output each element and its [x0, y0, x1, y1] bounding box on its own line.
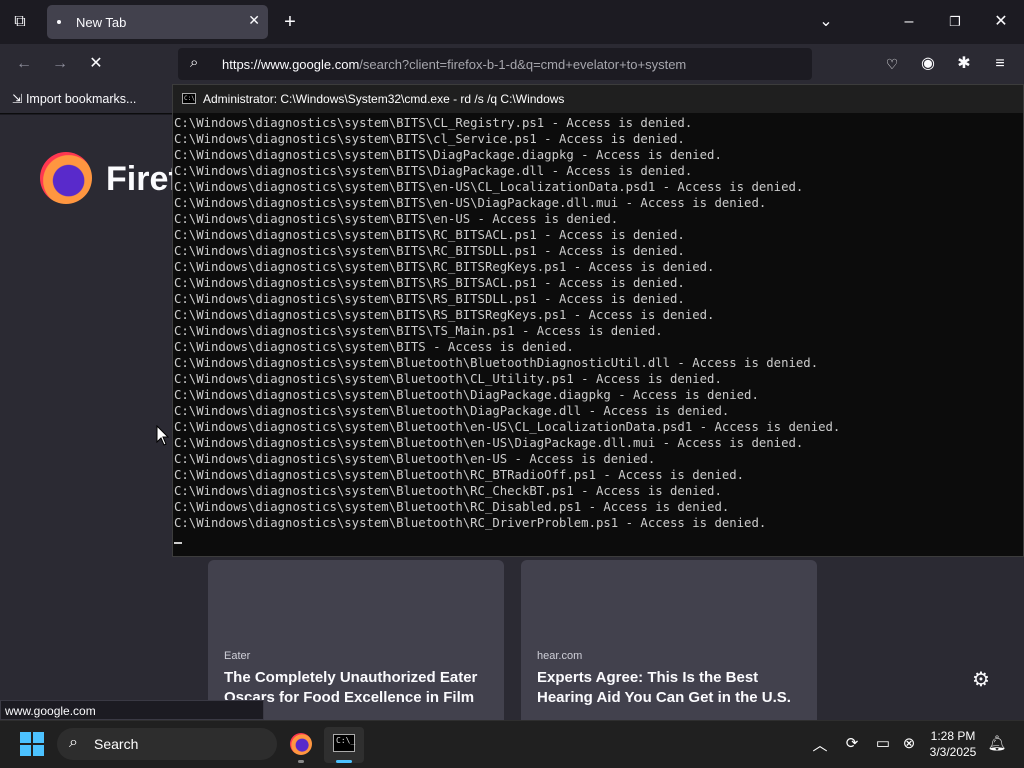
taskbar-firefox[interactable]: [281, 727, 321, 763]
search-icon: ⌕: [190, 54, 199, 71]
gear-icon[interactable]: ⚙: [972, 667, 990, 692]
story-card[interactable]: Eater The Completely Unauthorized Eater …: [208, 560, 504, 720]
new-tab-plus-icon[interactable]: +: [276, 8, 304, 36]
text-cursor: [174, 542, 182, 544]
firefox-logo-icon: [40, 152, 92, 204]
cmd-output-line: C:\Windows\diagnostics\system\Bluetooth\…: [174, 356, 819, 370]
cmd-window-title: Administrator: C:\Windows\System32\cmd.e…: [203, 92, 565, 106]
pocket-icon[interactable]: ♡: [878, 50, 906, 78]
desktop-screen: ⧉ New Tab ✕ + ⌄ – ❐ ✕ ← → ✕ ♡ ◉ ✱ ≡ ⌕ ht…: [0, 0, 1024, 768]
account-icon[interactable]: ◉: [914, 50, 942, 78]
cmd-output-line: C:\Windows\diagnostics\system\BITS\RS_BI…: [174, 292, 685, 306]
forward-arrow-icon[interactable]: →: [46, 50, 74, 78]
cmd-output-line: C:\Windows\diagnostics\system\BITS\CL_Re…: [174, 116, 693, 130]
link-status-bar: www.google.com: [0, 700, 264, 720]
cmd-output-line: C:\Windows\diagnostics\system\BITS\RC_BI…: [174, 228, 685, 242]
cmd-title-bar[interactable]: C:\ Administrator: C:\Windows\System32\c…: [173, 85, 1023, 113]
clock-time: 1:28 PM: [930, 729, 976, 743]
browser-tab-strip: ⧉ New Tab ✕ + ⌄ – ❐ ✕: [0, 0, 1024, 44]
url-text: https://www.google.com/search?client=fir…: [222, 57, 686, 72]
minimize-icon[interactable]: –: [895, 8, 923, 36]
cmd-output-line: C:\Windows\diagnostics\system\BITS\RC_BI…: [174, 244, 685, 258]
network-icon[interactable]: ▭: [872, 734, 894, 752]
cmd-output-line: C:\Windows\diagnostics\system\Bluetooth\…: [174, 468, 745, 482]
tab-list-icon[interactable]: ⧉: [6, 8, 34, 36]
taskbar-search-box[interactable]: ⌕ Search: [57, 728, 277, 760]
cmd-output-line: C:\Windows\diagnostics\system\Bluetooth\…: [174, 452, 656, 466]
status-url: www.google.com: [5, 704, 96, 718]
volume-muted-icon[interactable]: ⊗: [898, 734, 920, 752]
search-label: Search: [94, 736, 139, 752]
import-bookmarks-link[interactable]: ⇲ Import bookmarks...: [12, 91, 136, 106]
firefox-wordmark: Firef: [106, 160, 180, 198]
terminal-icon: C:\_: [333, 734, 355, 752]
windows-start-icon[interactable]: [20, 732, 44, 756]
url-path: /search?client=firefox-b-1-d&q=cmd+evela…: [359, 57, 687, 72]
extensions-icon[interactable]: ✱: [950, 50, 978, 78]
cmd-output-line: C:\Windows\diagnostics\system\BITS\en-US…: [174, 180, 804, 194]
mouse-pointer-icon: [156, 425, 170, 446]
firefox-icon: [290, 733, 312, 755]
running-indicator: [298, 760, 304, 763]
story-title: The Completely Unauthorized Eater Oscars…: [224, 669, 478, 706]
cmd-output-line: C:\Windows\diagnostics\system\BITS\RS_BI…: [174, 308, 715, 322]
cmd-output-line: C:\Windows\diagnostics\system\BITS\RC_BI…: [174, 260, 715, 274]
cmd-output-line: C:\Windows\diagnostics\system\BITS\RS_BI…: [174, 276, 685, 290]
cmd-output-line: C:\Windows\diagnostics\system\Bluetooth\…: [174, 500, 730, 514]
url-bar[interactable]: ⌕ https://www.google.com/search?client=f…: [178, 48, 812, 80]
cmd-output-line: C:\Windows\diagnostics\system\Bluetooth\…: [174, 388, 759, 402]
chevron-up-icon[interactable]: ︿: [809, 734, 831, 755]
notification-bell-icon[interactable]: 🔔︎: [986, 734, 1008, 752]
back-arrow-icon[interactable]: ←: [10, 50, 38, 78]
import-bookmarks-label: Import bookmarks...: [25, 92, 137, 106]
tab-close-icon[interactable]: ✕: [248, 12, 260, 29]
clock-date: 3/3/2025: [929, 745, 977, 759]
cmd-output-line: C:\Windows\diagnostics\system\BITS\en-US…: [174, 196, 767, 210]
cmd-output-line: C:\Windows\diagnostics\system\Bluetooth\…: [174, 420, 841, 434]
story-source: Eater: [224, 650, 251, 662]
cmd-output: C:\Windows\diagnostics\system\BITS\CL_Re…: [174, 115, 1020, 543]
stop-loading-icon[interactable]: ✕: [82, 50, 110, 78]
story-source: hear.com: [537, 650, 583, 662]
cmd-window[interactable]: C:\ Administrator: C:\Windows\System32\c…: [172, 84, 1024, 557]
cmd-output-line: C:\Windows\diagnostics\system\BITS\cl_Se…: [174, 132, 685, 146]
cmd-output-line: C:\Windows\diagnostics\system\Bluetooth\…: [174, 404, 730, 418]
chevron-down-icon[interactable]: ⌄: [812, 8, 840, 36]
maximize-icon[interactable]: ❐: [941, 8, 969, 36]
tab-new-tab[interactable]: New Tab ✕: [47, 5, 268, 39]
cmd-output-line: C:\Windows\diagnostics\system\BITS\DiagP…: [174, 164, 693, 178]
cmd-output-line: C:\Windows\diagnostics\system\Bluetooth\…: [174, 436, 804, 450]
taskbar-cmd[interactable]: C:\_: [324, 727, 364, 763]
loading-dot-icon: [57, 20, 61, 24]
sync-icon[interactable]: ⟳: [841, 734, 863, 752]
window-close-icon[interactable]: ✕: [987, 8, 1015, 36]
menu-hamburger-icon[interactable]: ≡: [986, 50, 1014, 78]
cmd-output-line: C:\Windows\diagnostics\system\BITS\DiagP…: [174, 148, 722, 162]
story-card[interactable]: hear.com Experts Agree: This Is the Best…: [521, 560, 817, 720]
cmd-output-line: C:\Windows\diagnostics\system\Bluetooth\…: [174, 516, 767, 530]
clock[interactable]: 1:28 PM 3/3/2025: [920, 728, 986, 760]
url-host: https://www.google.com: [222, 57, 360, 72]
cmd-output-line: C:\Windows\diagnostics\system\BITS\en-US…: [174, 212, 619, 226]
tab-title: New Tab: [76, 15, 127, 30]
search-icon: ⌕: [69, 734, 78, 751]
cmd-output-line: C:\Windows\diagnostics\system\Bluetooth\…: [174, 484, 722, 498]
cmd-icon: C:\: [182, 93, 196, 104]
active-indicator: [336, 760, 352, 763]
cmd-output-line: C:\Windows\diagnostics\system\BITS\TS_Ma…: [174, 324, 663, 338]
cmd-output-line: C:\Windows\diagnostics\system\BITS - Acc…: [174, 340, 574, 354]
cmd-output-line: C:\Windows\diagnostics\system\Bluetooth\…: [174, 372, 722, 386]
story-title: Experts Agree: This Is the Best Hearing …: [537, 669, 791, 706]
